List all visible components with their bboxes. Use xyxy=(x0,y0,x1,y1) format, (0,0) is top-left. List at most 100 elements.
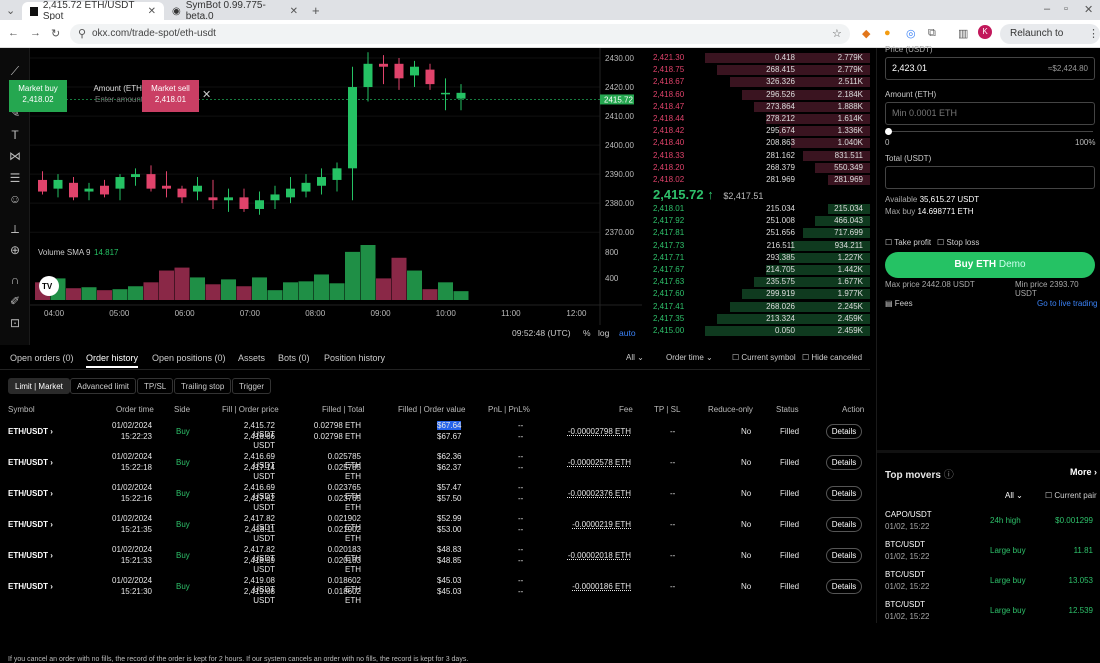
chip-advanced-limit[interactable]: Advanced limit xyxy=(70,378,137,394)
tab-assets[interactable]: Assets xyxy=(238,353,265,363)
metamask-extension-icon[interactable]: ◆ xyxy=(862,27,870,40)
order-symbol[interactable]: ETH/USDT › xyxy=(8,427,53,436)
bid-row[interactable]: 2,417.63 235.575 1.677K xyxy=(645,276,870,288)
current-pair-checkbox[interactable]: ☐ Current pair xyxy=(1045,491,1097,500)
details-button[interactable]: Details xyxy=(826,548,862,563)
side-panel-icon[interactable]: ▥ xyxy=(958,27,968,40)
details-button[interactable]: Details xyxy=(826,424,862,439)
bid-row[interactable]: 2,417.81 251.656 717.699 xyxy=(645,227,870,239)
ask-row[interactable]: 2,418.75 268.415 2.779K xyxy=(645,64,870,76)
restore-icon[interactable]: ▫ xyxy=(1064,3,1068,15)
current-symbol-checkbox[interactable]: ☐ Current symbol xyxy=(732,353,796,362)
reload-icon[interactable]: ↻ xyxy=(51,27,60,40)
order-symbol[interactable]: ETH/USDT › xyxy=(8,489,53,498)
details-button[interactable]: Details xyxy=(826,486,862,501)
movers-filter-dropdown[interactable]: All ⌄ xyxy=(1005,491,1023,500)
url-input[interactable]: ⚲ okx.com/trade-spot/eth-usdt xyxy=(70,24,850,44)
browser-tab-symbot[interactable]: ◉ SymBot 0.99.775-beta.0 ✕ xyxy=(164,0,306,22)
extensions-puzzle-icon[interactable]: ⧉ xyxy=(928,27,936,40)
pattern-icon[interactable]: ⋈ xyxy=(8,149,22,163)
magnet-icon[interactable]: ∩ xyxy=(8,273,22,287)
site-info-icon[interactable]: ⚲ xyxy=(78,24,86,44)
ask-row[interactable]: 2,418.67 326.326 2.511K xyxy=(645,76,870,88)
percent-scale-button[interactable]: % xyxy=(583,328,591,338)
forward-icon[interactable]: → xyxy=(30,27,41,39)
details-button[interactable]: Details xyxy=(826,455,862,470)
mover-item[interactable]: BTC/USDT 01/02, 15:22 Large buy 13.053 xyxy=(885,570,1093,598)
ask-row[interactable]: 2,418.40 208.863 1.040K xyxy=(645,137,870,149)
lock-icon[interactable]: ⊡ xyxy=(8,316,22,330)
movers-more-link[interactable]: More › xyxy=(1070,467,1097,477)
order-symbol[interactable]: ETH/USDT › xyxy=(8,582,53,591)
extension-icon[interactable]: ● xyxy=(884,27,891,39)
details-button[interactable]: Details xyxy=(826,517,862,532)
close-tab-icon[interactable]: ✕ xyxy=(148,6,156,17)
close-widget-icon[interactable]: ✕ xyxy=(202,88,211,101)
new-tab-icon[interactable]: + xyxy=(312,3,320,18)
relaunch-button[interactable]: Relaunch to update xyxy=(1000,24,1100,59)
order-symbol[interactable]: ETH/USDT › xyxy=(8,458,53,467)
ask-row[interactable]: 2,418.47 273.864 1.888K xyxy=(645,101,870,113)
buy-eth-button[interactable]: Buy ETH Demo xyxy=(885,252,1095,278)
take-profit-checkbox[interactable]: ☐ Take profit xyxy=(885,238,931,247)
amount-input[interactable]: Min 0.0001 ETH xyxy=(885,102,1095,125)
stop-loss-checkbox[interactable]: ☐ Stop loss xyxy=(937,238,979,247)
amount-slider-handle[interactable] xyxy=(885,128,892,135)
info-icon[interactable]: ⓘ xyxy=(944,470,954,481)
tab-position-history[interactable]: Position history xyxy=(324,353,385,363)
order-symbol[interactable]: ETH/USDT › xyxy=(8,520,53,529)
tab-bots[interactable]: Bots (0) xyxy=(278,353,310,363)
tab-open-orders[interactable]: Open orders (0) xyxy=(10,353,74,363)
minimize-icon[interactable]: – xyxy=(1044,3,1050,15)
chip-trigger[interactable]: Trigger xyxy=(232,378,272,394)
mover-item[interactable]: BTC/USDT 01/02, 15:22 Large buy 11.81 xyxy=(885,540,1093,568)
live-trading-link[interactable]: Go to live trading xyxy=(1037,299,1097,308)
close-window-icon[interactable]: ✕ xyxy=(1084,3,1093,16)
back-icon[interactable]: ← xyxy=(8,27,19,39)
close-tab-icon[interactable]: ✕ xyxy=(290,6,298,17)
bid-row[interactable]: 2,417.67 214.705 1.442K xyxy=(645,264,870,276)
bid-row[interactable]: 2,418.01 215.034 215.034 xyxy=(645,203,870,215)
ask-row[interactable]: 2,418.02 281.969 281.969 xyxy=(645,174,870,186)
details-button[interactable]: Details xyxy=(826,579,862,594)
profile-avatar[interactable]: K xyxy=(978,25,992,39)
bid-row[interactable]: 2,417.35 213.324 2.459K xyxy=(645,313,870,325)
extension-icon[interactable]: ◎ xyxy=(906,27,916,40)
market-sell-button[interactable]: Market sell 2,418.01 xyxy=(142,80,199,112)
order-symbol[interactable]: ETH/USDT › xyxy=(8,551,53,560)
text-icon[interactable]: T xyxy=(8,128,22,142)
zoom-in-icon[interactable]: ⊕ xyxy=(8,243,22,257)
hide-canceled-checkbox[interactable]: ☐ Hide canceled xyxy=(802,353,862,362)
fib-icon[interactable]: ☰ xyxy=(8,171,22,185)
bid-row[interactable]: 2,417.41 268.026 2.245K xyxy=(645,301,870,313)
tab-list-icon[interactable]: ⌄ xyxy=(6,4,15,17)
tab-order-history[interactable]: Order history xyxy=(86,353,139,368)
price-input[interactable]: 2,423.01 ≈$2,424.80 xyxy=(885,57,1095,80)
bid-row[interactable]: 2,417.92 251.008 466.043 xyxy=(645,215,870,227)
log-scale-button[interactable]: log xyxy=(598,328,610,338)
total-input[interactable] xyxy=(885,166,1095,189)
fees-link[interactable]: ▤ Fees xyxy=(885,299,913,308)
pencil-lock-icon[interactable]: ✐ xyxy=(8,294,22,308)
trend-line-icon[interactable]: ⟋ xyxy=(8,64,22,78)
chip-tpsl[interactable]: TP/SL xyxy=(137,378,174,394)
mover-item[interactable]: CAPO/USDT 01/02, 15:22 24h high $0.00129… xyxy=(885,510,1093,538)
ask-row[interactable]: 2,418.20 268.379 550.349 xyxy=(645,162,870,174)
bid-row[interactable]: 2,417.60 299.919 1.977K xyxy=(645,288,870,300)
bid-row[interactable]: 2,415.00 0.050 2.459K xyxy=(645,325,870,337)
market-buy-button[interactable]: Market buy 2,418.02 xyxy=(9,80,67,112)
order-time-dropdown[interactable]: Order time ⌄ xyxy=(666,353,713,362)
amount-slider-track[interactable] xyxy=(887,131,1093,132)
browser-tab-okx[interactable]: 2,415.72 ETH/USDT Spot ✕ xyxy=(22,0,164,22)
chip-trailing-stop[interactable]: Trailing stop xyxy=(174,378,232,394)
ask-row[interactable]: 2,418.33 281.162 831.511 xyxy=(645,150,870,162)
auto-scale-button[interactable]: auto xyxy=(619,328,636,338)
menu-kebab-icon[interactable]: ⋮ xyxy=(1088,27,1099,40)
ask-row[interactable]: 2,418.42 295.674 1.336K xyxy=(645,125,870,137)
ask-row[interactable]: 2,421.30 0.418 2.779K xyxy=(645,52,870,64)
ruler-icon[interactable]: ⟂ xyxy=(8,222,22,236)
chip-limit-market[interactable]: Limit | Market xyxy=(8,378,70,394)
mover-item[interactable]: BTC/USDT 01/02, 15:22 Large buy 12.539 xyxy=(885,600,1093,628)
filter-all-dropdown[interactable]: All ⌄ xyxy=(626,353,644,362)
bookmark-star-icon[interactable]: ☆ xyxy=(832,27,842,40)
